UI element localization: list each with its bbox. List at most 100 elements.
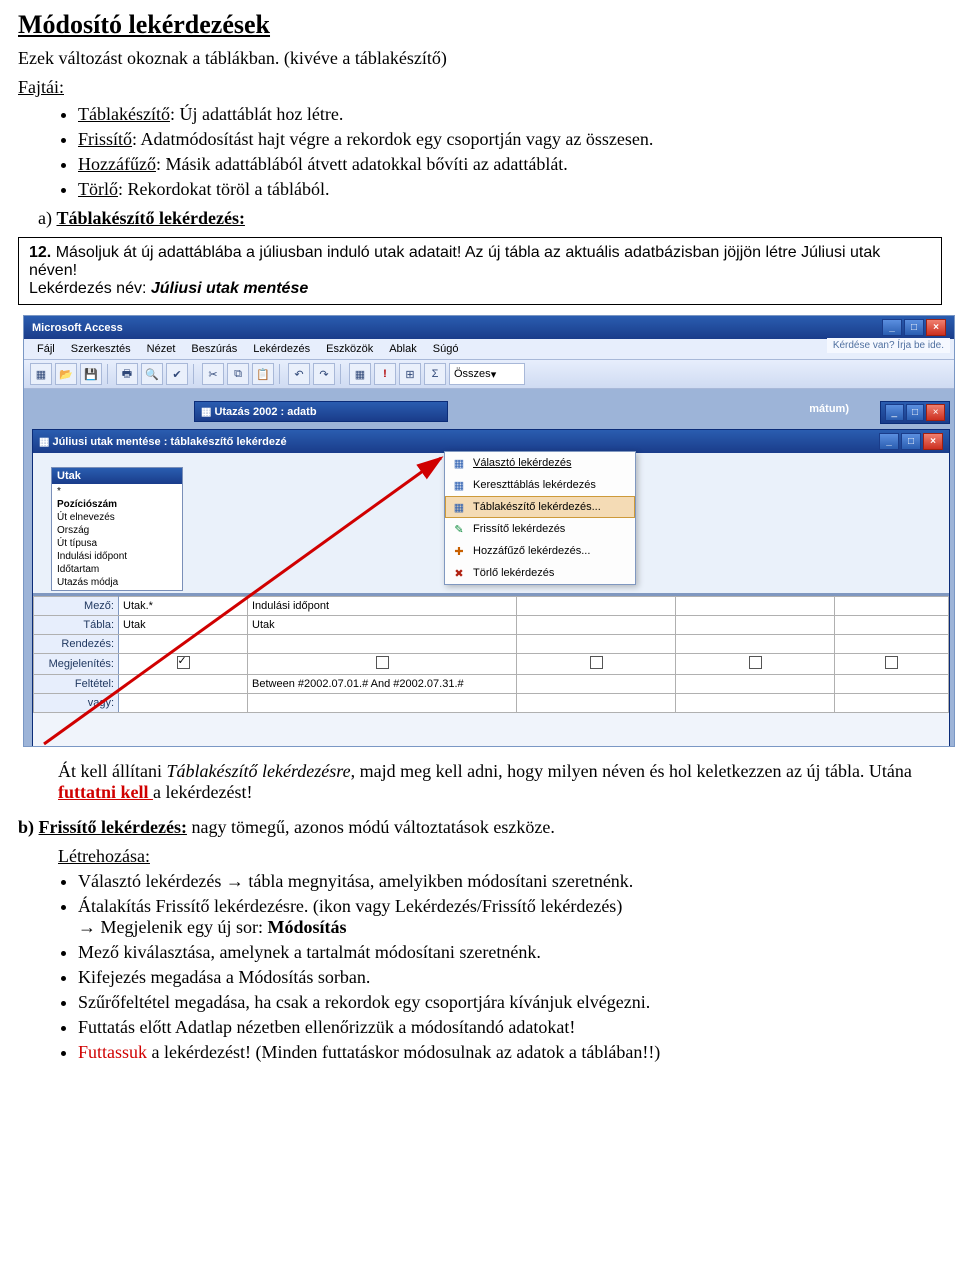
list-item: Kifejezés megadása a Módosítás sorban. [78,967,942,988]
ask-question-box[interactable]: Kérdése van? Írja be ide. [827,338,950,353]
query-upper-pane[interactable]: Utak * Pozíciószám Út elnevezés Ország Ú… [33,453,949,596]
qry-max-button[interactable]: □ [901,433,921,450]
minimize-button[interactable]: _ [882,319,902,336]
select-query-icon: ▦ [451,455,467,471]
show-checkbox[interactable] [119,654,248,675]
db-window-controls: _ □ × [880,401,950,424]
run-icon[interactable]: ! [374,363,396,385]
grid-cell[interactable] [517,694,676,713]
menu-tools[interactable]: Eszközök [319,341,380,357]
open-icon[interactable]: 📂 [55,363,77,385]
menu-insert[interactable]: Beszúrás [184,341,244,357]
grid-cell[interactable] [517,635,676,654]
table-row: Feltétel: Between #2002.07.01.# And #200… [34,675,949,694]
dd-delete-query[interactable]: ✖ Törlő lekérdezés [445,562,635,584]
copy-icon[interactable]: ⧉ [227,363,249,385]
show-checkbox[interactable] [517,654,676,675]
menu-query[interactable]: Lekérdezés [246,341,317,357]
new-doc-icon[interactable]: ▦ [30,363,52,385]
toolbar-separator [193,364,197,384]
db-format-text: mátum) [809,403,849,415]
grid-cell[interactable] [517,616,676,635]
grid-cell[interactable] [517,675,676,694]
grid-cell[interactable] [119,675,248,694]
field-item[interactable]: Pozíciószám [52,498,182,511]
paste-icon[interactable]: 📋 [252,363,274,385]
grid-cell[interactable] [676,616,835,635]
totals-icon[interactable]: Σ [424,363,446,385]
grid-cell[interactable] [248,694,517,713]
return-all-combo[interactable]: Összes ▾ [449,363,525,385]
maximize-button[interactable]: □ [904,319,924,336]
show-checkbox[interactable] [835,654,949,675]
query-type-icon[interactable]: ▦ [349,363,371,385]
field-item[interactable]: Időtartam [52,563,182,576]
menu-window[interactable]: Ablak [382,341,424,357]
grid-cell[interactable]: Indulási időpont [248,597,517,616]
query-window-title: ▦ Júliusi utak mentése : táblakészítő le… [33,430,949,453]
section-b-heading: b) Frissítő lekérdezés: nagy tömegű, azo… [18,817,942,838]
checkbox-icon [749,656,762,669]
grid-cell[interactable]: Utak [248,616,517,635]
query-type-dropdown: ▦ Választó lekérdezés ▦ Kereszttáblás le… [444,451,636,585]
field-item[interactable]: Út típusa [52,537,182,550]
db-min-button[interactable]: _ [885,404,904,421]
dd-select-query[interactable]: ▦ Választó lekérdezés [445,452,635,474]
menu-help[interactable]: Súgó [426,341,466,357]
grid-row-label: Mező: [34,597,119,616]
toolbar-separator [340,364,344,384]
grid-cell[interactable]: Between #2002.07.01.# And #2002.07.31.# [248,675,517,694]
grid-cell[interactable] [119,694,248,713]
query-design-grid[interactable]: Mező: Utak.* Indulási időpont Tábla: Uta… [33,596,949,713]
grid-cell[interactable] [119,635,248,654]
grid-cell[interactable] [835,616,949,635]
toolbar-separator [107,364,111,384]
dd-maketable-query[interactable]: ▦ Táblakészítő lekérdezés... [445,496,635,518]
redo-icon[interactable]: ↷ [313,363,335,385]
field-item[interactable]: Út elnevezés [52,511,182,524]
grid-cell[interactable]: Utak.* [119,597,248,616]
task-number: 12. [29,244,51,261]
show-checkbox[interactable] [676,654,835,675]
qry-close-button[interactable]: × [923,433,943,450]
source-table-box[interactable]: Utak * Pozíciószám Út elnevezés Ország Ú… [51,467,183,591]
spell-icon[interactable]: ✔ [166,363,188,385]
cut-icon[interactable]: ✂ [202,363,224,385]
undo-icon[interactable]: ↶ [288,363,310,385]
grid-cell[interactable] [676,597,835,616]
save-icon[interactable]: 💾 [80,363,102,385]
dd-update-query[interactable]: ✎ Frissítő lekérdezés [445,518,635,540]
print-icon[interactable]: 🖶 [116,363,138,385]
field-item[interactable]: Indulási időpont [52,550,182,563]
field-item[interactable]: Utazás módja [52,576,182,589]
menu-edit[interactable]: Szerkesztés [64,341,138,357]
menu-view[interactable]: Nézet [140,341,183,357]
grid-cell[interactable] [835,597,949,616]
show-table-icon[interactable]: ⊞ [399,363,421,385]
field-item[interactable]: * [52,485,182,498]
print-preview-icon[interactable]: 🔍 [141,363,163,385]
grid-cell[interactable] [835,694,949,713]
grid-cell[interactable] [517,597,676,616]
access-screenshot: Microsoft Access _ □ × Fájl Szerkesztés … [23,315,955,747]
menu-file[interactable]: Fájl [30,341,62,357]
field-item[interactable]: Ország [52,524,182,537]
update-query-icon: ✎ [451,521,467,537]
db-close-button[interactable]: × [926,404,945,421]
show-checkbox[interactable] [248,654,517,675]
qry-min-button[interactable]: _ [879,433,899,450]
grid-cell[interactable] [676,694,835,713]
dd-append-query[interactable]: ✚ Hozzáfűző lekérdezés... [445,540,635,562]
grid-cell[interactable] [835,635,949,654]
grid-cell[interactable] [676,635,835,654]
db-max-button[interactable]: □ [906,404,925,421]
grid-cell[interactable] [676,675,835,694]
app-title-bar: Microsoft Access _ □ × [24,316,954,339]
field-list[interactable]: * Pozíciószám Út elnevezés Ország Út típ… [52,484,182,590]
close-button[interactable]: × [926,319,946,336]
grid-cell[interactable] [835,675,949,694]
grid-cell[interactable] [248,635,517,654]
grid-cell[interactable]: Utak [119,616,248,635]
task-label: Lekérdezés név: [29,280,146,297]
dd-crosstab-query[interactable]: ▦ Kereszttáblás lekérdezés [445,474,635,496]
